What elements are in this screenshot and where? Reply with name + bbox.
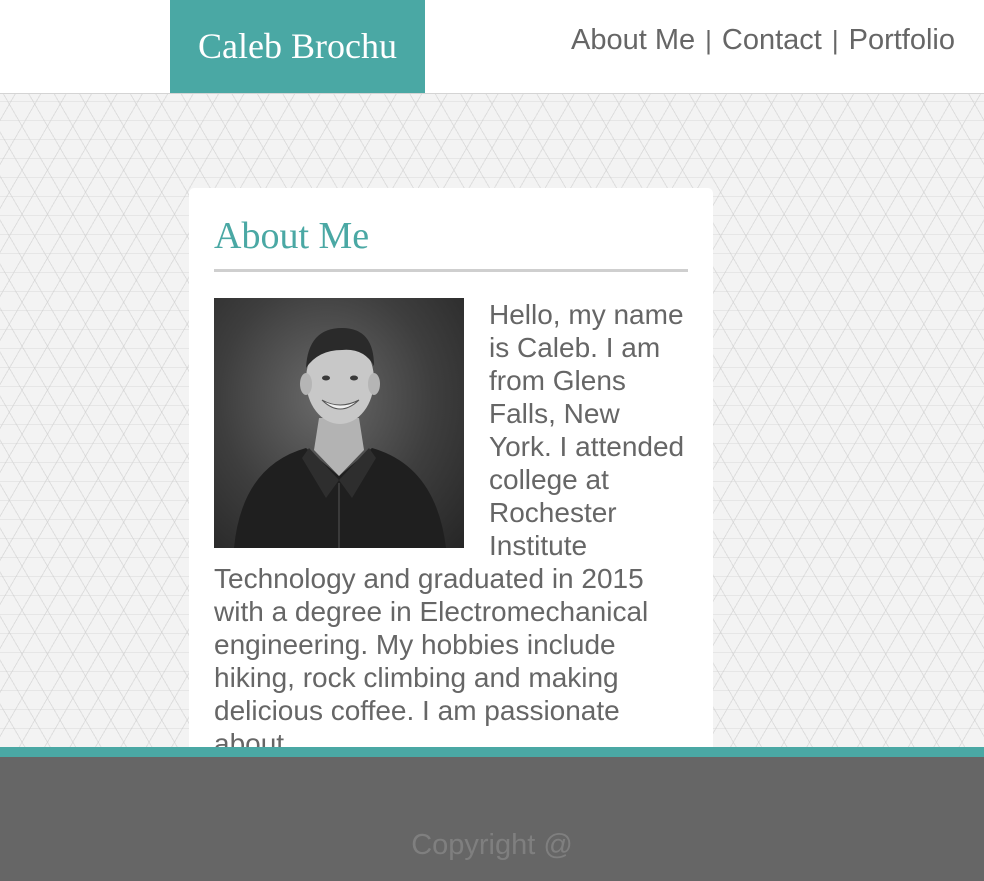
- site-header: Caleb Brochu About Me | Contact | Portfo…: [0, 0, 984, 94]
- about-card: About Me Hello, my name is Caleb. I am f…: [189, 188, 713, 788]
- nav-link-about[interactable]: About Me: [571, 24, 695, 57]
- nav-separator: |: [705, 25, 712, 55]
- site-footer: Copyright @: [0, 747, 984, 881]
- about-content: Hello, my name is Caleb. I am from Glens…: [214, 298, 688, 760]
- site-logo[interactable]: Caleb Brochu: [170, 0, 425, 93]
- profile-photo-illustration: [234, 328, 446, 548]
- copyright-text: Copyright @: [411, 829, 573, 861]
- nav-separator: |: [831, 25, 839, 55]
- nav-link-contact[interactable]: Contact: [722, 24, 822, 57]
- main-nav: About Me | Contact | Portfolio: [571, 24, 955, 57]
- nav-link-portfolio[interactable]: Portfolio: [849, 24, 955, 57]
- profile-photo: [214, 298, 464, 548]
- section-title: About Me: [214, 213, 688, 272]
